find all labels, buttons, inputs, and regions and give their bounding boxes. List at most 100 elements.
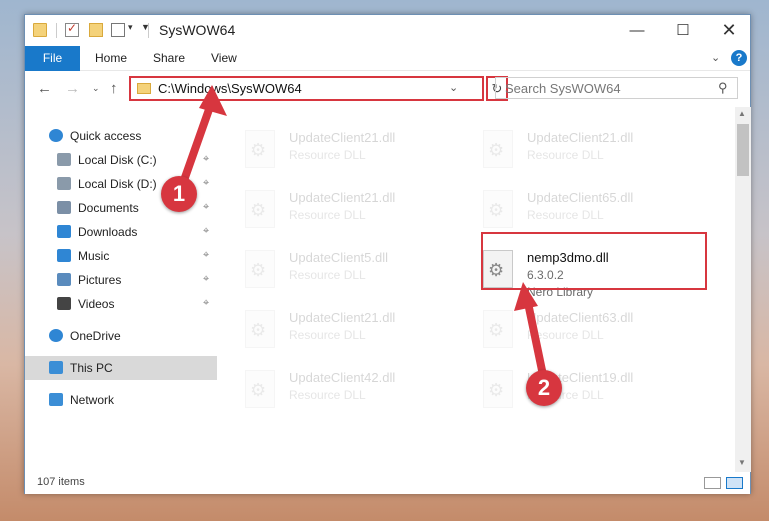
rename-icon[interactable] <box>111 23 125 37</box>
search-input[interactable]: Search SysWOW64 ⚲ <box>495 77 738 99</box>
annotation-badge-1: 1 <box>161 176 197 212</box>
tab-share[interactable]: Share <box>153 46 185 71</box>
sidebar-item-network[interactable]: Network <box>25 388 217 412</box>
chevron-down-icon[interactable]: ⌄ <box>449 81 458 94</box>
file-item[interactable]: ⚙ UpdateClient19.dll Resource DLL <box>483 367 703 417</box>
scroll-down-icon[interactable]: ▼ <box>738 458 746 467</box>
dll-file-icon: ⚙ <box>483 190 513 228</box>
close-button[interactable]: ✕ <box>706 15 752 46</box>
pin-icon[interactable]: ⌖ <box>203 273 209 286</box>
gear-icon: ⚙ <box>488 380 505 400</box>
sidebar-item-this-pc[interactable]: This PC <box>25 356 217 380</box>
file-item[interactable]: ⚙ UpdateClient21.dll Resource DLL <box>245 307 465 357</box>
file-item[interactable]: ⚙ UpdateClient63.dll Resource DLL <box>483 307 703 357</box>
music-icon <box>57 249 71 262</box>
file-name: UpdateClient65.dll <box>527 190 634 205</box>
tab-file[interactable]: File <box>25 46 80 71</box>
pin-icon[interactable]: ⌖ <box>203 297 209 310</box>
sidebar-item-downloads[interactable]: Downloads ⌖ <box>25 220 217 244</box>
file-item[interactable]: ⚙ UpdateClient42.dll Resource DLL <box>245 367 465 417</box>
ribbon-tabs: File Home Share View ⌄ ? <box>25 46 750 71</box>
folder-icon <box>137 83 151 94</box>
file-item[interactable]: ⚙ UpdateClient5.dll Resource DLL <box>245 247 465 297</box>
pin-icon[interactable]: ⌖ <box>203 201 209 214</box>
file-name: UpdateClient63.dll <box>527 310 634 325</box>
annotation-badge-2: 2 <box>526 370 562 406</box>
file-description: Resource DLL <box>289 208 366 222</box>
gear-icon: ⚙ <box>488 200 505 220</box>
separator <box>148 23 149 38</box>
scroll-up-icon[interactable]: ▲ <box>738 109 746 118</box>
recent-locations-icon[interactable]: ⌄ <box>92 83 100 94</box>
forward-arrow-icon[interactable]: → <box>65 80 80 97</box>
gear-icon: ⚙ <box>250 380 267 400</box>
explorer-window: ▾ ▼ SysWOW64 — ☐ ✕ File Home Share View … <box>24 14 751 494</box>
expand-ribbon-icon[interactable]: ⌄ <box>711 51 720 64</box>
search-icon: ⚲ <box>718 80 728 95</box>
vertical-scrollbar[interactable]: ▲ ▼ <box>735 107 751 472</box>
file-description: Resource DLL <box>289 328 366 342</box>
file-description: Resource DLL <box>527 148 604 162</box>
maximize-button[interactable]: ☐ <box>660 15 706 46</box>
sidebar-item-videos[interactable]: Videos ⌖ <box>25 292 217 316</box>
sidebar-item-label: Downloads <box>78 225 138 239</box>
file-description: Resource DLL <box>527 328 604 342</box>
gear-icon: ⚙ <box>488 320 505 340</box>
file-item[interactable]: ⚙ UpdateClient21.dll Resource DLL <box>483 127 703 177</box>
back-arrow-icon[interactable]: ← <box>37 80 52 97</box>
file-item[interactable]: ⚙ UpdateClient21.dll Resource DLL <box>245 127 465 177</box>
sidebar-item-label: Network <box>70 393 115 407</box>
file-item[interactable]: ⚙ UpdateClient21.dll Resource DLL <box>245 187 465 237</box>
status-bar: 107 items <box>25 473 750 494</box>
new-folder-icon[interactable] <box>89 23 103 37</box>
window-title: SysWOW64 <box>159 22 236 38</box>
sidebar-item-pictures[interactable]: Pictures ⌖ <box>25 268 217 292</box>
file-name: UpdateClient21.dll <box>289 190 396 205</box>
pin-icon[interactable]: ⌖ <box>203 153 209 166</box>
dll-file-icon: ⚙ <box>483 370 513 408</box>
sidebar-item-label: Local Disk (D:) <box>78 177 157 191</box>
scroll-thumb[interactable] <box>737 124 749 176</box>
chevron-down-icon[interactable]: ▾ <box>128 22 133 33</box>
help-icon[interactable]: ? <box>731 50 747 66</box>
file-name: UpdateClient42.dll <box>289 370 396 385</box>
search-placeholder: Search SysWOW64 <box>505 81 621 96</box>
address-path[interactable]: C:\Windows\SysWOW64 <box>158 81 302 96</box>
file-name: UpdateClient21.dll <box>527 130 634 145</box>
dll-file-icon: ⚙ <box>483 130 513 168</box>
sidebar-item-label: OneDrive <box>70 329 121 343</box>
sidebar-item-label: Documents <box>78 201 139 215</box>
pin-icon[interactable]: ⌖ <box>203 177 209 190</box>
tab-view[interactable]: View <box>211 46 237 71</box>
properties-check-icon[interactable] <box>65 21 79 37</box>
download-icon <box>57 225 71 238</box>
star-icon <box>49 129 63 142</box>
up-arrow-icon[interactable]: ↑ <box>110 80 118 97</box>
file-description: Resource DLL <box>289 268 366 282</box>
address-bar[interactable]: C:\Windows\SysWOW64 ⌄ <box>129 76 484 101</box>
dll-file-icon: ⚙ <box>483 310 513 348</box>
sidebar-item-music[interactable]: Music ⌖ <box>25 244 217 268</box>
pin-icon[interactable]: ⌖ <box>203 249 209 262</box>
drive-icon <box>57 177 71 190</box>
navigation-bar: ← → ⌄ ↑ C:\Windows\SysWOW64 ⌄ ↻ Search S… <box>25 72 750 105</box>
file-item[interactable]: ⚙ UpdateClient65.dll Resource DLL <box>483 187 703 237</box>
tab-home[interactable]: Home <box>95 46 127 71</box>
network-icon <box>49 393 63 406</box>
pictures-icon <box>57 273 71 286</box>
file-name: UpdateClient21.dll <box>289 310 396 325</box>
documents-icon <box>57 201 71 214</box>
gear-icon: ⚙ <box>250 260 267 280</box>
pin-icon[interactable]: ⌖ <box>203 225 209 238</box>
folder-icon[interactable] <box>33 23 47 37</box>
dll-file-icon: ⚙ <box>245 130 275 168</box>
minimize-button[interactable]: — <box>614 15 660 46</box>
item-count: 107 items <box>37 476 85 488</box>
tiles-view-icon[interactable] <box>726 477 743 489</box>
details-view-icon[interactable] <box>704 477 721 489</box>
highlight-box <box>481 232 707 290</box>
sidebar-item-onedrive[interactable]: OneDrive <box>25 324 217 348</box>
sidebar-item-local-disk-c[interactable]: Local Disk (C:) ⌖ <box>25 148 217 172</box>
sidebar-item-quick-access[interactable]: Quick access <box>25 124 217 148</box>
separator <box>56 23 57 38</box>
